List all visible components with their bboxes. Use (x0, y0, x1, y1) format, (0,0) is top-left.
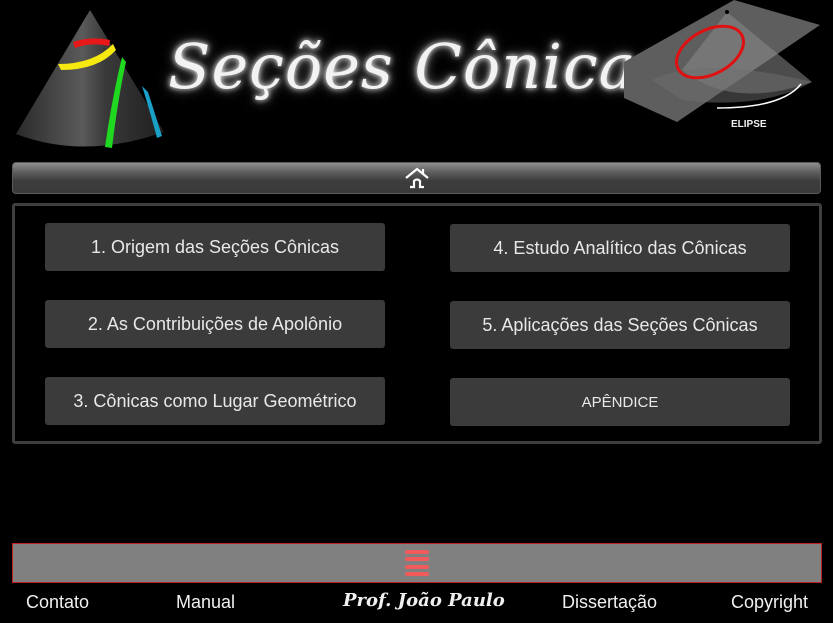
menu-item-estudo-analitico[interactable]: 4. Estudo Analítico das Cônicas (450, 224, 790, 272)
menu-item-origem[interactable]: 1. Origem das Seções Cônicas (45, 223, 385, 271)
footer-link-manual[interactable]: Manual (176, 592, 235, 613)
author-signature: Prof. João Paulo (343, 590, 505, 611)
site-title: Seções Cônicas (168, 30, 670, 103)
footer-link-copyright[interactable]: Copyright (731, 592, 808, 613)
hamburger-menu-icon (405, 550, 429, 576)
ellipse-caption: ELIPSE (731, 119, 767, 130)
ellipse-figure-icon (624, 0, 820, 122)
menu-item-lugar-geometrico[interactable]: 3. Cônicas como Lugar Geométrico (45, 377, 385, 425)
footer-link-contato[interactable]: Contato (26, 592, 89, 613)
home-button[interactable] (12, 162, 821, 194)
menu-item-apendice[interactable]: APÊNDICE (450, 378, 790, 426)
bottom-menu-toggle[interactable] (12, 543, 822, 583)
home-icon (404, 167, 429, 189)
footer-link-dissertacao[interactable]: Dissertação (562, 592, 657, 613)
chapters-menu: 1. Origem das Seções Cônicas 2. As Contr… (12, 203, 822, 444)
menu-item-aplicacoes[interactable]: 5. Aplicações das Seções Cônicas (450, 301, 790, 349)
header-banner: Seções Cônicas ELIPSE (0, 0, 833, 150)
menu-item-apolonio[interactable]: 2. As Contribuições de Apolônio (45, 300, 385, 348)
cone-sections-logo-icon (16, 10, 164, 148)
